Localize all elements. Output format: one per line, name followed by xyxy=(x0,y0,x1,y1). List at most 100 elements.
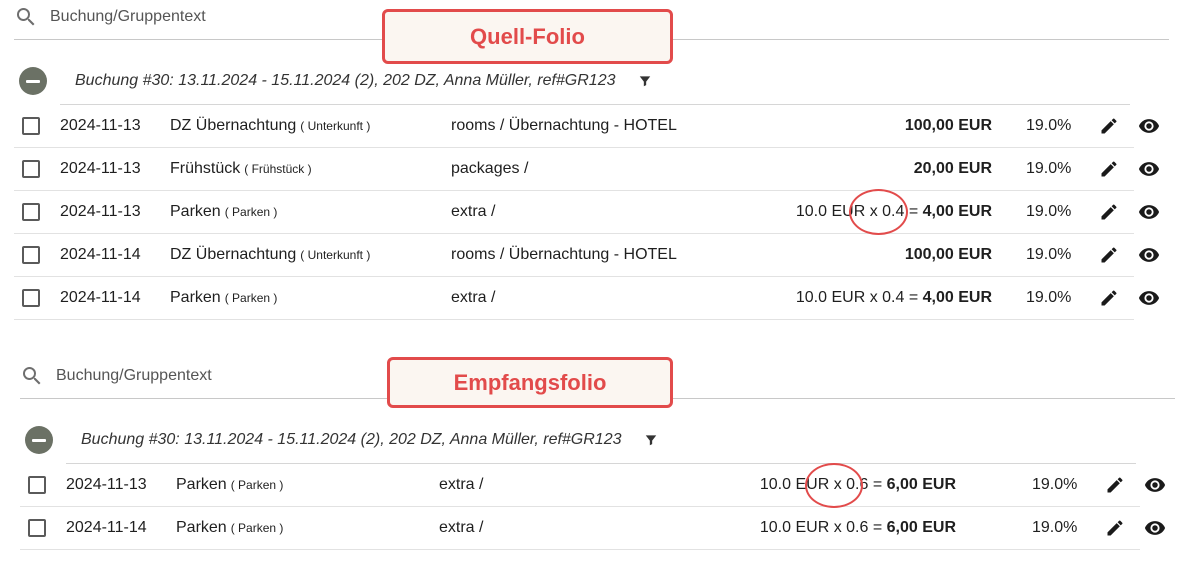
search-icon xyxy=(17,8,35,26)
table-row: 2024-11-13 Parken( Parken ) extra /10.0 EU… xyxy=(14,191,1160,234)
row-item-category: ( Unterkunft ) xyxy=(300,119,371,133)
row-total: 100,00 EUR xyxy=(904,117,992,134)
row-date: 2024-11-13 xyxy=(60,160,141,177)
row-item-name: Frühstück xyxy=(170,160,241,177)
pencil-icon[interactable] xyxy=(1099,159,1119,179)
highlight-ring xyxy=(805,463,863,508)
row-item: Parken( Parken ) xyxy=(176,519,283,537)
row-total: 6,00 EUR xyxy=(886,519,956,536)
eye-icon[interactable] xyxy=(1144,517,1166,539)
row-date: 2024-11-14 xyxy=(66,519,147,536)
row-account: extra / xyxy=(439,519,484,536)
target-search[interactable]: Buchung/Gruppentext xyxy=(20,364,212,388)
row-checkbox[interactable] xyxy=(22,246,40,264)
pencil-icon[interactable] xyxy=(1105,518,1125,538)
row-total: 4,00 EUR xyxy=(922,203,992,220)
row-total: 20,00 EUR xyxy=(913,160,992,177)
source-search[interactable]: Buchung/Gruppentext xyxy=(14,5,206,29)
target-group-header: Buchung #30: 13.11.2024 - 15.11.2024 (2)… xyxy=(25,426,658,454)
row-item-category: ( Parken ) xyxy=(224,291,278,305)
eye-icon[interactable] xyxy=(1138,158,1160,180)
row-amount: 10.0 EUR x 0.6 = 6,00 EUR xyxy=(760,519,956,537)
row-item-name: DZ Übernachtung xyxy=(170,117,297,134)
group-title: Buchung #30: 13.11.2024 - 15.11.2024 (2)… xyxy=(81,431,622,448)
eye-icon[interactable] xyxy=(1138,287,1160,309)
pencil-icon[interactable] xyxy=(1099,245,1119,265)
row-vat: 19.0% xyxy=(1026,117,1072,134)
table-row: 2024-11-14 Parken( Parken ) extra / 10.0 EU… xyxy=(14,277,1160,320)
target-search-input[interactable]: Buchung/Gruppentext xyxy=(56,367,212,385)
pencil-icon[interactable] xyxy=(1099,288,1119,308)
row-checkbox[interactable] xyxy=(22,289,40,307)
row-item-category: ( Parken ) xyxy=(224,205,278,219)
row-vat: 19.0% xyxy=(1026,203,1072,220)
group-title: Buchung #30: 13.11.2024 - 15.11.2024 (2)… xyxy=(75,72,616,89)
row-checkbox[interactable] xyxy=(28,476,46,494)
eye-icon[interactable] xyxy=(1144,474,1166,496)
row-checkbox[interactable] xyxy=(22,203,40,221)
eye-icon[interactable] xyxy=(1138,244,1160,266)
row-checkbox[interactable] xyxy=(28,519,46,537)
row-date: 2024-11-14 xyxy=(60,289,141,306)
pencil-icon[interactable] xyxy=(1105,475,1125,495)
row-item-category: ( Parken ) xyxy=(230,521,284,535)
row-item-name: Parken xyxy=(176,476,227,493)
minus-circle-icon[interactable] xyxy=(19,67,47,95)
row-amount: 20,00 EUR xyxy=(914,160,992,178)
pencil-icon[interactable] xyxy=(1099,202,1119,222)
row-account: extra / xyxy=(439,476,484,493)
row-vat: 19.0% xyxy=(1032,519,1078,536)
source-group-header: Buchung #30: 13.11.2024 - 15.11.2024 (2)… xyxy=(19,67,652,95)
eye-icon[interactable] xyxy=(1138,201,1160,223)
row-vat: 19.0% xyxy=(1026,246,1072,263)
row-item: Parken( Parken ) xyxy=(170,203,277,221)
row-item: DZ Übernachtung( Unterkunft ) xyxy=(170,246,370,264)
table-row: 2024-11-14 DZ Übernachtung( Unterkunft ) r… xyxy=(14,234,1160,277)
row-date: 2024-11-13 xyxy=(66,476,147,493)
row-amount: 100,00 EUR xyxy=(905,117,992,135)
row-amount: 10.0 EUR x 0.4 = 4,00 EUR xyxy=(796,289,992,307)
row-item-name: Parken xyxy=(170,289,221,306)
eye-icon[interactable] xyxy=(1138,115,1160,137)
row-item: Parken( Parken ) xyxy=(170,289,277,307)
row-item-category: ( Frühstück ) xyxy=(244,162,312,176)
row-item: DZ Übernachtung( Unterkunft ) xyxy=(170,117,370,135)
row-account: rooms / Übernachtung - HOTEL xyxy=(451,246,677,263)
row-account: packages / xyxy=(451,160,529,177)
row-account: extra / xyxy=(451,203,496,220)
highlight-ring xyxy=(849,189,908,235)
row-date: 2024-11-13 xyxy=(60,117,141,134)
row-vat: 19.0% xyxy=(1026,160,1072,177)
row-item-name: Parken xyxy=(176,519,227,536)
minus-circle-icon[interactable] xyxy=(25,426,53,454)
row-total: 6,00 EUR xyxy=(886,476,956,493)
row-checkbox[interactable] xyxy=(22,117,40,135)
row-vat: 19.0% xyxy=(1026,289,1072,306)
table-row: 2024-11-13 Frühstück( Frühstück ) packages… xyxy=(14,148,1160,191)
pencil-icon[interactable] xyxy=(1099,116,1119,136)
row-item-category: ( Parken ) xyxy=(230,478,284,492)
row-item-name: DZ Übernachtung xyxy=(170,246,297,263)
source-folio-callout: Quell-Folio xyxy=(382,9,673,64)
row-total: 4,00 EUR xyxy=(922,289,992,306)
row-checkbox[interactable] xyxy=(22,160,40,178)
source-search-input[interactable]: Buchung/Gruppentext xyxy=(50,8,206,26)
row-item: Parken( Parken ) xyxy=(176,476,283,494)
callout-label: Empfangsfolio xyxy=(453,369,607,395)
filter-icon[interactable] xyxy=(638,74,652,88)
row-calc: 10.0 EUR x 0.6 = xyxy=(759,519,883,536)
row-date: 2024-11-13 xyxy=(60,203,141,220)
row-calc: 10.0 EUR x 0.4 = xyxy=(795,289,919,306)
row-account: extra / xyxy=(451,289,496,306)
row-total: 100,00 EUR xyxy=(904,246,992,263)
table-row: 2024-11-13 DZ Übernachtung( Unterkunft ) r… xyxy=(14,105,1160,148)
filter-icon[interactable] xyxy=(644,433,658,447)
row-item: Frühstück( Frühstück ) xyxy=(170,160,312,178)
row-item-category: ( Unterkunft ) xyxy=(300,248,371,262)
target-folio-callout: Empfangsfolio xyxy=(387,357,673,408)
search-icon xyxy=(23,367,41,385)
row-date: 2024-11-14 xyxy=(60,246,141,263)
row-amount: 100,00 EUR xyxy=(905,246,992,264)
table-row: 2024-11-13 Parken( Parken ) extra /10.0 EU… xyxy=(20,464,1166,507)
table-row: 2024-11-14 Parken( Parken ) extra / 10.0 EU… xyxy=(20,507,1166,550)
